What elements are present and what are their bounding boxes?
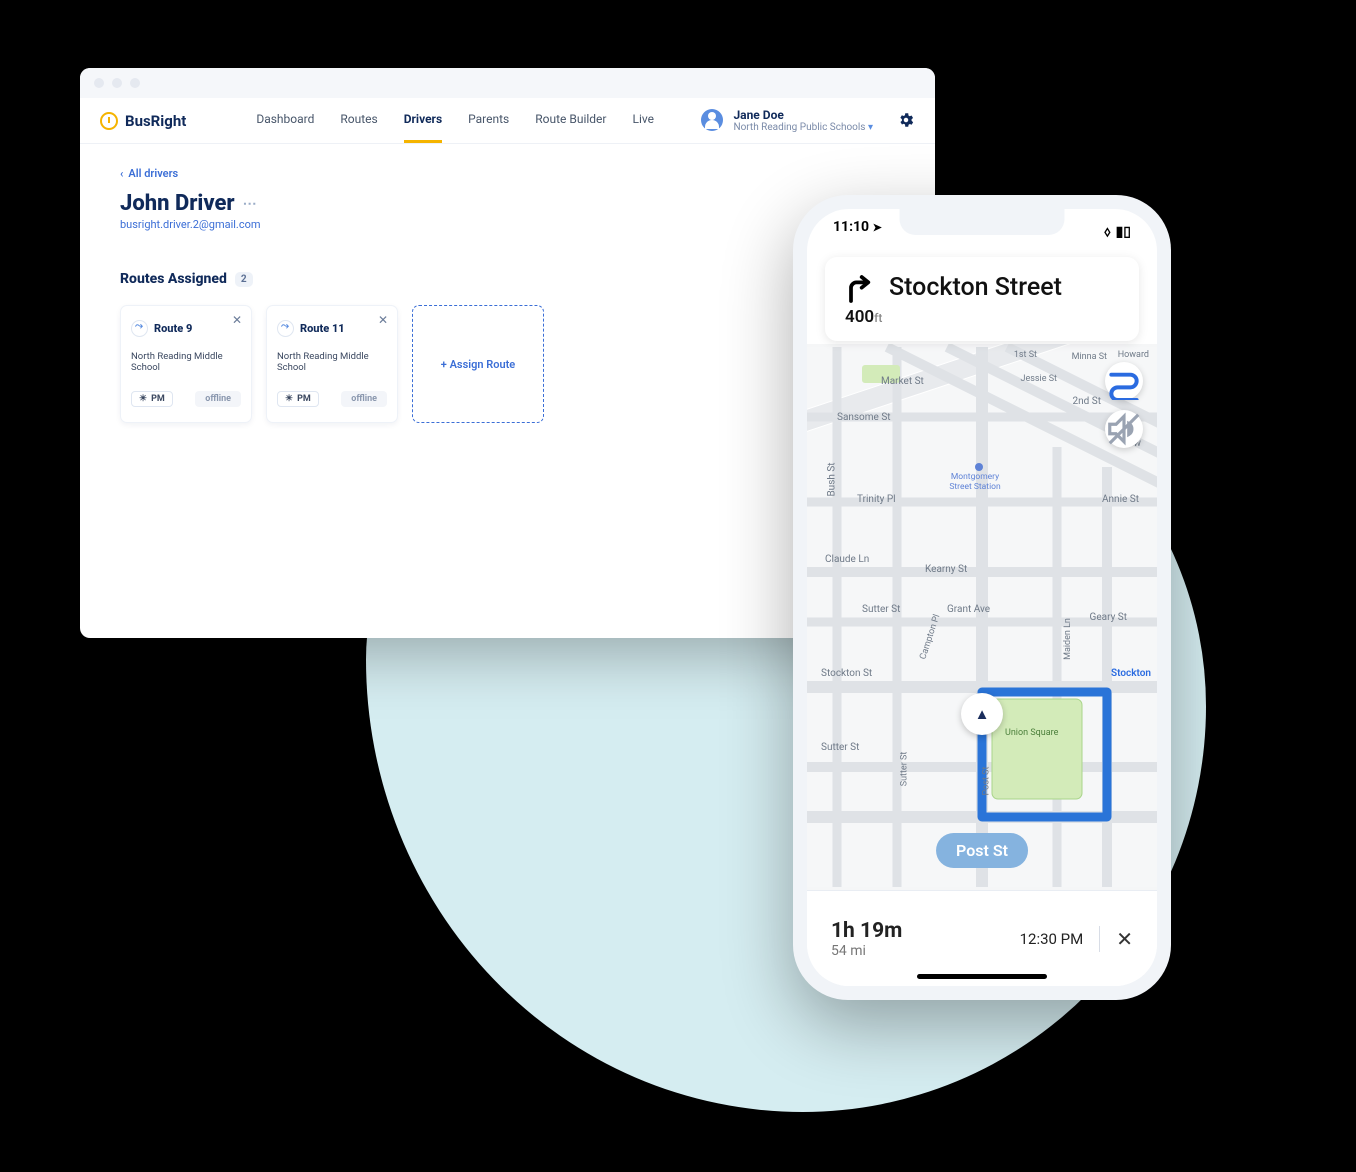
section-title: Routes Assigned2	[120, 271, 895, 287]
battery-icon: ▮▯	[1116, 224, 1131, 240]
turn-right-icon	[843, 273, 875, 305]
nav-drivers[interactable]: Drivers	[404, 98, 442, 143]
route-icon	[277, 320, 294, 337]
route-icon	[131, 320, 148, 337]
route-school: North Reading Middle School	[277, 351, 387, 373]
more-icon[interactable]: ⋯	[243, 196, 259, 212]
logo-icon	[100, 112, 118, 130]
notch	[900, 209, 1065, 235]
map-view[interactable]: Market St Sansome St Bush St Trinity Pl …	[807, 344, 1157, 890]
distance: 400ft	[845, 307, 1121, 327]
count-badge: 2	[235, 272, 253, 287]
shift-badge: ☀ PM	[277, 391, 319, 407]
status-badge: offline	[195, 391, 241, 407]
avatar-icon[interactable]	[701, 109, 723, 131]
wifi-icon: ⬨	[1104, 224, 1110, 240]
driver-name: John Driver⋯	[120, 191, 895, 216]
driver-email: busright.driver.2@gmail.com	[120, 218, 895, 231]
current-street-pill: Post St	[936, 833, 1028, 868]
distance-label: 54 mi	[831, 943, 902, 959]
street-name: Stockton Street	[889, 273, 1062, 302]
assign-route-button[interactable]: + Assign Route	[412, 305, 544, 423]
arrival-time: 12:30 PM	[1020, 930, 1084, 948]
route-card[interactable]: ✕ Route 9 North Reading Middle School ☀ …	[120, 305, 252, 423]
home-indicator	[917, 974, 1047, 979]
nav-routes[interactable]: Routes	[340, 98, 377, 143]
route-school: North Reading Middle School	[131, 351, 241, 373]
nav-parents[interactable]: Parents	[468, 98, 509, 143]
app-name: BusRight	[125, 112, 186, 130]
divider	[1099, 926, 1100, 952]
shift-badge: ☀ PM	[131, 391, 173, 407]
close-icon[interactable]: ✕	[232, 313, 242, 327]
close-nav-button[interactable]: ✕	[1116, 927, 1133, 951]
logo[interactable]: BusRight	[100, 112, 186, 130]
location-marker	[961, 693, 1003, 735]
window-dot	[94, 78, 104, 88]
close-icon[interactable]: ✕	[378, 313, 388, 327]
eta-label: 1h 19m	[831, 919, 902, 943]
app-header: BusRight Dashboard Routes Drivers Parent…	[80, 98, 935, 144]
user-name: Jane Doe	[733, 108, 873, 122]
route-card[interactable]: ✕ Route 11 North Reading Middle School ☀…	[266, 305, 398, 423]
settings-icon[interactable]	[897, 111, 915, 129]
route-toggle-button[interactable]	[1105, 362, 1143, 400]
window-dot	[112, 78, 122, 88]
nav-route-builder[interactable]: Route Builder	[535, 98, 606, 143]
user-school[interactable]: North Reading Public Schools ▾	[733, 122, 873, 133]
bottom-bar: 1h 19m 54 mi 12:30 PM ✕	[807, 890, 1157, 986]
nav-live[interactable]: Live	[632, 98, 653, 143]
window-dot	[130, 78, 140, 88]
back-link[interactable]: ‹ All drivers	[120, 167, 178, 180]
main-nav: Dashboard Routes Drivers Parents Route B…	[256, 98, 654, 143]
mute-button[interactable]	[1105, 410, 1143, 448]
nav-dashboard[interactable]: Dashboard	[256, 98, 314, 143]
phone-mockup: 11:10 ➤ ⬨▮▯ Stockton Street 400ft	[793, 195, 1171, 1000]
titlebar	[80, 68, 935, 98]
phone-screen: 11:10 ➤ ⬨▮▯ Stockton Street 400ft	[807, 209, 1157, 986]
status-badge: offline	[341, 391, 387, 407]
nav-direction-card: Stockton Street 400ft	[825, 257, 1139, 341]
